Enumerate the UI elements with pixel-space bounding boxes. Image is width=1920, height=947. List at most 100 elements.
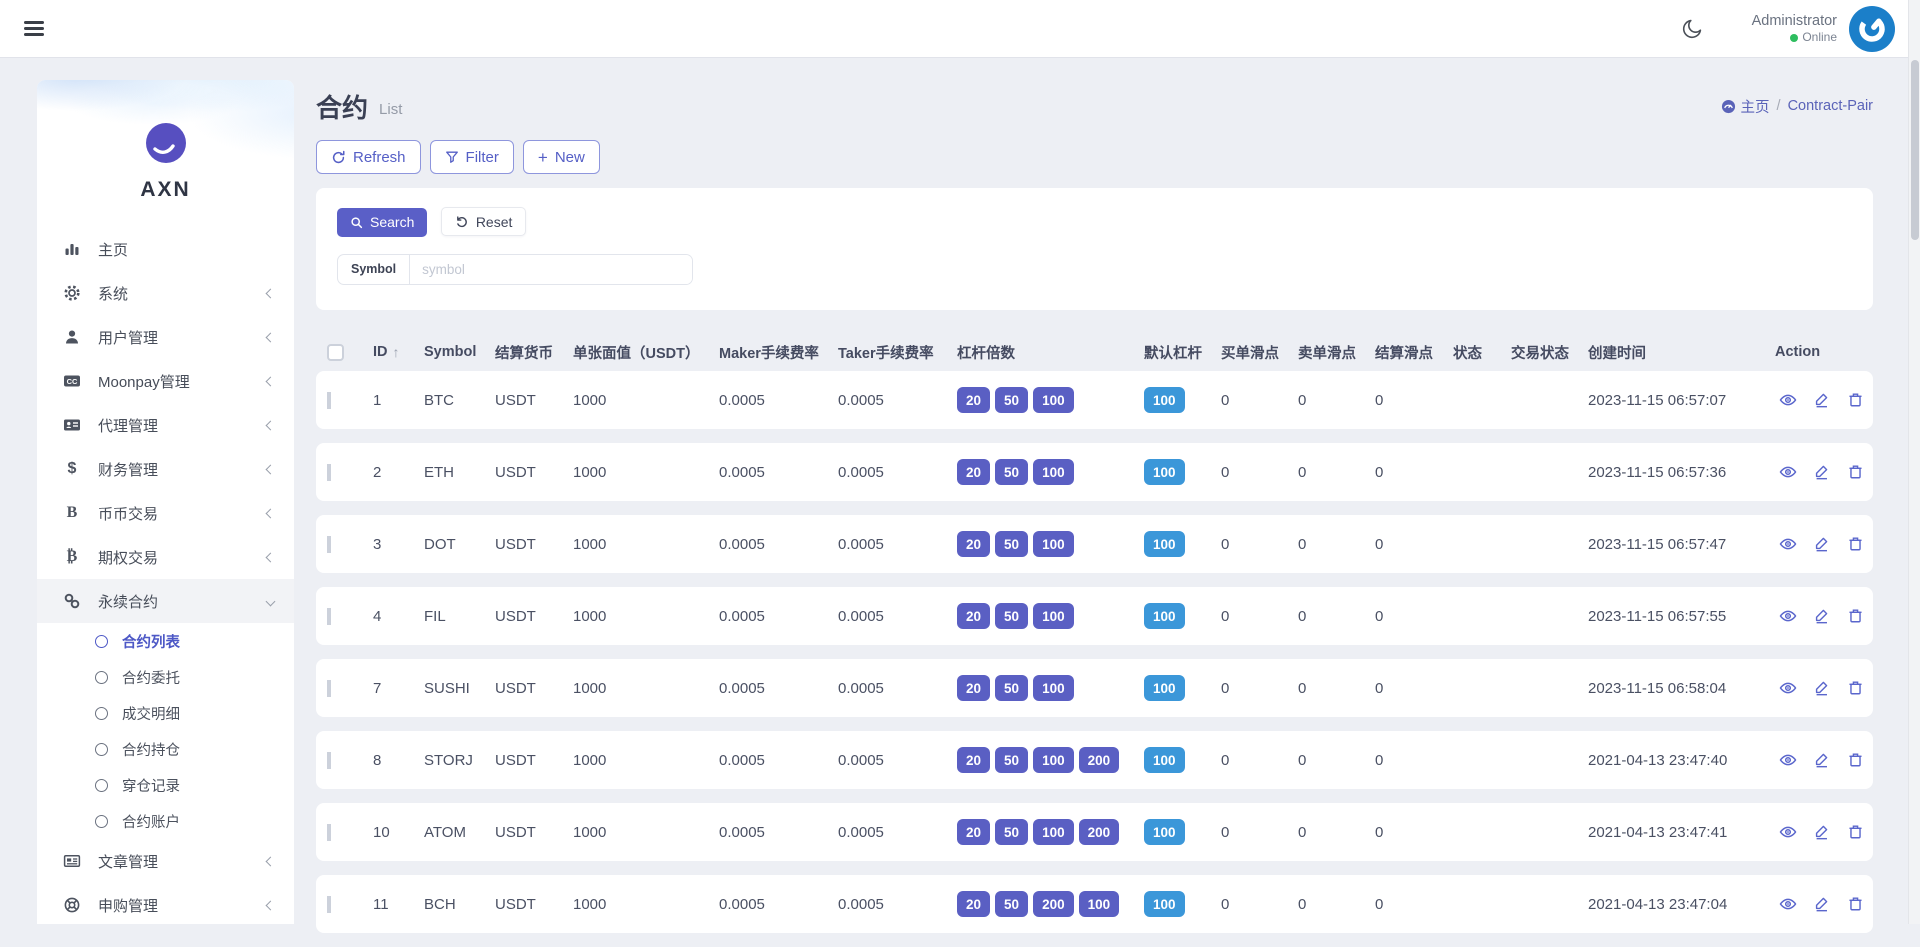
sidebar-item-system[interactable]: 系统 [37, 271, 294, 315]
sidebar-item-moonpay[interactable]: CCMoonpay管理 [37, 359, 294, 403]
column-label: 卖单滑点 [1298, 342, 1356, 363]
delete-trash-icon[interactable] [1847, 751, 1865, 769]
view-eye-icon[interactable] [1779, 535, 1797, 553]
symbol-input[interactable] [410, 255, 692, 284]
row-checkbox[interactable] [327, 608, 331, 625]
reset-button[interactable]: Reset [441, 207, 527, 236]
leverage-badge: 20 [957, 819, 990, 845]
delete-trash-icon[interactable] [1847, 823, 1865, 841]
filter-button[interactable]: Filter [430, 140, 514, 174]
cell-maker-fee: 0.0005 [719, 824, 838, 841]
row-checkbox[interactable] [327, 896, 331, 913]
breadcrumb-separator: / [1777, 98, 1781, 114]
row-select [327, 392, 373, 409]
column-header-Symbol: Symbol [424, 344, 495, 360]
hamburger-menu-icon[interactable] [24, 18, 44, 40]
search-button[interactable]: Search [337, 208, 427, 237]
sidebar-subitem-label: 合约账户 [122, 811, 180, 832]
view-eye-icon[interactable] [1779, 391, 1797, 409]
sidebar-item-perpetual[interactable]: 永续合约 [37, 579, 294, 623]
leverage-badge: 100 [1033, 459, 1074, 485]
breadcrumb: 主页 / Contract-Pair [1721, 96, 1873, 117]
row-checkbox[interactable] [327, 536, 331, 553]
sidebar-item-spot-trade[interactable]: B币币交易 [37, 491, 294, 535]
filter-label: Filter [466, 149, 499, 166]
new-button[interactable]: + New [523, 140, 600, 174]
breadcrumb-home-link[interactable]: 主页 [1721, 96, 1770, 117]
row-checkbox[interactable] [327, 392, 331, 409]
delete-trash-icon[interactable] [1847, 679, 1865, 697]
leverage-badge: 20 [957, 675, 990, 701]
leverage-badge: 200 [1079, 819, 1120, 845]
cell-id: 1 [373, 392, 424, 409]
cell-symbol: ATOM [424, 824, 495, 841]
sidebar-item-finance[interactable]: $财务管理 [37, 447, 294, 491]
cell-actions [1775, 607, 1873, 625]
breadcrumb-current[interactable]: Contract-Pair [1788, 98, 1873, 114]
edit-pencil-icon[interactable] [1813, 679, 1831, 697]
view-eye-icon[interactable] [1779, 823, 1797, 841]
sidebar-item-home[interactable]: 主页 [37, 227, 294, 271]
sidebar-subitem-contract-orders[interactable]: 合约委托 [37, 659, 294, 695]
edit-pencil-icon[interactable] [1813, 895, 1831, 913]
chevron-down-icon [266, 596, 276, 606]
row-checkbox[interactable] [327, 464, 331, 481]
view-eye-icon[interactable] [1779, 463, 1797, 481]
view-eye-icon[interactable] [1779, 751, 1797, 769]
dark-mode-moon-icon[interactable] [1680, 17, 1704, 41]
cell-buy-slippage: 0 [1221, 896, 1298, 913]
select-all-checkbox[interactable] [327, 344, 344, 361]
sidebar-item-article[interactable]: 文章管理 [37, 839, 294, 883]
chevron-left-icon [266, 508, 276, 518]
sidebar-subitem-liquidation-records[interactable]: 穿仓记录 [37, 767, 294, 803]
sidebar-subitem-label: 合约持仓 [122, 739, 180, 760]
edit-pencil-icon[interactable] [1813, 823, 1831, 841]
cell-default-leverage: 100 [1144, 459, 1221, 485]
view-eye-icon[interactable] [1779, 679, 1797, 697]
refresh-button[interactable]: Refresh [316, 140, 421, 174]
view-eye-icon[interactable] [1779, 895, 1797, 913]
scrollbar-thumb[interactable] [1911, 60, 1919, 240]
refresh-icon [331, 150, 346, 165]
delete-trash-icon[interactable] [1847, 391, 1865, 409]
cell-face-value: 1000 [573, 824, 719, 841]
chevron-left-icon [266, 332, 276, 342]
row-checkbox[interactable] [327, 824, 331, 841]
cell-created-time: 2023-11-15 06:58:04 [1588, 680, 1775, 697]
column-label: 默认杠杆 [1144, 342, 1202, 363]
leverage-badge: 20 [957, 531, 990, 557]
edit-pencil-icon[interactable] [1813, 391, 1831, 409]
sidebar-item-option-trade[interactable]: ₿期权交易 [37, 535, 294, 579]
column-header-杠杆倍数: 杠杆倍数 [957, 342, 1144, 363]
row-checkbox[interactable] [327, 680, 331, 697]
search-panel: Search Reset Symbol [316, 188, 1873, 310]
cell-id: 8 [373, 752, 424, 769]
edit-pencil-icon[interactable] [1813, 463, 1831, 481]
sidebar-item-user-manage[interactable]: 用户管理 [37, 315, 294, 359]
delete-trash-icon[interactable] [1847, 607, 1865, 625]
sidebar-subitem-contract-positions[interactable]: 合约持仓 [37, 731, 294, 767]
sidebar-item-subscribe[interactable]: 申购管理 [37, 883, 294, 924]
cell-settle-currency: USDT [495, 896, 573, 913]
row-select [327, 464, 373, 481]
edit-pencil-icon[interactable] [1813, 535, 1831, 553]
cell-face-value: 1000 [573, 392, 719, 409]
view-eye-icon[interactable] [1779, 607, 1797, 625]
sidebar-subitem-trade-details[interactable]: 成交明细 [37, 695, 294, 731]
cell-sell-slippage: 0 [1298, 608, 1375, 625]
sort-ascending-icon[interactable]: ↑ [393, 344, 400, 360]
sidebar-subitem-contract-list[interactable]: 合约列表 [37, 623, 294, 659]
cell-sell-slippage: 0 [1298, 536, 1375, 553]
edit-pencil-icon[interactable] [1813, 751, 1831, 769]
row-select [327, 752, 373, 769]
delete-trash-icon[interactable] [1847, 895, 1865, 913]
sidebar-subitem-contract-accounts[interactable]: 合约账户 [37, 803, 294, 839]
sidebar-item-agent[interactable]: 代理管理 [37, 403, 294, 447]
row-checkbox[interactable] [327, 752, 331, 769]
edit-pencil-icon[interactable] [1813, 607, 1831, 625]
delete-trash-icon[interactable] [1847, 463, 1865, 481]
delete-trash-icon[interactable] [1847, 535, 1865, 553]
leverage-badge: 50 [995, 387, 1028, 413]
row-select [327, 536, 373, 553]
user-avatar[interactable] [1849, 6, 1895, 52]
